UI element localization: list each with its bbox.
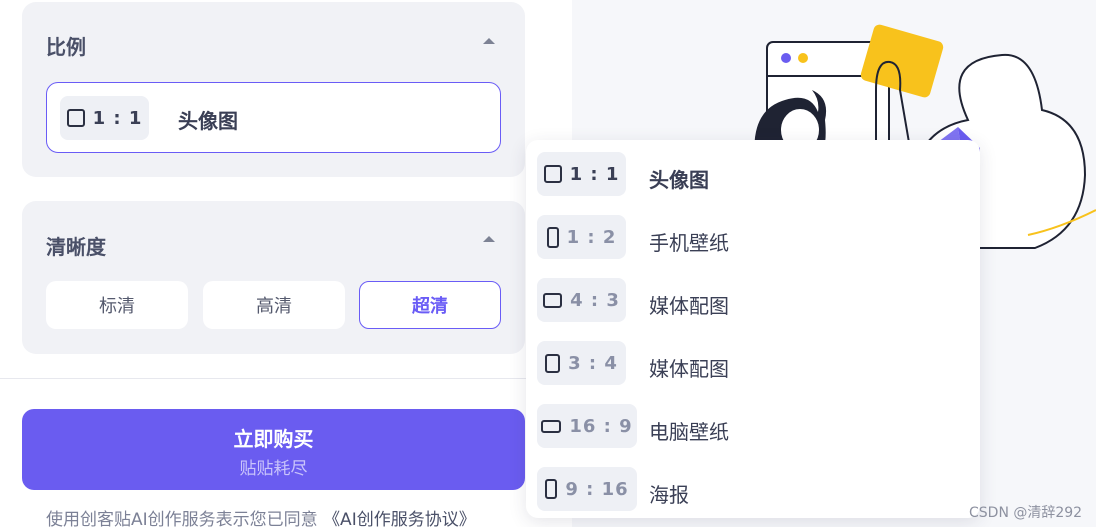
ratio-name: 头像图 (649, 168, 709, 192)
ratio-name: 媒体配图 (649, 357, 729, 381)
agreement-text: 使用创客贴AI创作服务表示您已同意 《AI创作服务协议》 (46, 505, 476, 527)
ratio-name: 手机壁纸 (649, 231, 729, 255)
ratio-value: 1 : 1 (569, 163, 620, 185)
quality-section: 清晰度 标清 高清 超清 (22, 201, 525, 354)
quality-option-hd[interactable]: 高清 (203, 281, 345, 329)
collapse-caret-icon[interactable] (483, 38, 495, 44)
portrait-ratio-icon (545, 353, 561, 373)
ratio-value: 1 : 2 (566, 226, 617, 248)
landscape-ratio-icon (543, 292, 563, 308)
dropdown-item-1-1[interactable]: 1 : 1 头像图 (526, 144, 980, 200)
ratio-value: 4 : 3 (570, 289, 620, 311)
ratio-name: 电脑壁纸 (649, 420, 729, 444)
ratio-name: 媒体配图 (649, 294, 729, 318)
ratio-value: 9 : 16 (565, 478, 629, 500)
quality-option-ultra[interactable]: 超清 (359, 281, 501, 329)
quality-section-title: 清晰度 (46, 235, 106, 259)
ratio-value: 1 : 1 (92, 107, 143, 129)
agreement-prefix: 使用创客贴AI创作服务表示您已同意 (46, 510, 318, 527)
ratio-chip: 1 : 1 (60, 96, 149, 140)
buy-button-title: 立即购买 (233, 427, 314, 451)
ratio-chip: 1 : 1 (537, 152, 626, 196)
ratio-select[interactable]: 1 : 1 头像图 (46, 82, 501, 153)
ratio-value: 3 : 4 (568, 352, 618, 374)
ratio-section-title: 比例 (46, 35, 86, 59)
ratio-name: 头像图 (178, 109, 238, 133)
ratio-chip: 9 : 16 (537, 467, 637, 511)
divider (0, 378, 572, 379)
ratio-chip: 3 : 4 (537, 341, 626, 385)
buy-button-subtitle: 贴贴耗尽 (239, 459, 308, 479)
square-ratio-icon (66, 109, 85, 127)
agreement-link[interactable]: 《AI创作服务协议》 (323, 510, 476, 527)
dropdown-item-3-4[interactable]: 3 : 4 媒体配图 (526, 333, 980, 389)
ratio-dropdown: 1 : 1 头像图 1 : 2 手机壁纸 4 : 3 媒体配图 3 : 4 媒体… (526, 140, 980, 518)
ratio-value: 16 : 9 (569, 415, 633, 437)
settings-panel: 比例 1 : 1 头像图 清晰度 标清 高清 超清 立即购买 贴贴耗尽 使用创客… (0, 0, 572, 527)
widescreen-ratio-icon (541, 419, 562, 433)
dropdown-item-4-3[interactable]: 4 : 3 媒体配图 (526, 270, 980, 326)
ratio-section: 比例 1 : 1 头像图 (22, 2, 525, 177)
tall-ratio-icon (545, 479, 558, 499)
collapse-caret-icon[interactable] (483, 236, 495, 242)
square-ratio-icon (543, 165, 562, 183)
buy-now-button[interactable]: 立即购买 贴贴耗尽 (22, 409, 525, 490)
ratio-name: 海报 (649, 483, 689, 507)
dropdown-item-1-2[interactable]: 1 : 2 手机壁纸 (526, 207, 980, 263)
ratio-chip: 1 : 2 (537, 215, 626, 259)
phone-ratio-icon (546, 226, 559, 248)
quality-option-standard[interactable]: 标清 (46, 281, 188, 329)
dropdown-item-9-16[interactable]: 9 : 16 海报 (526, 459, 980, 515)
watermark: CSDN @清辞292 (969, 505, 1083, 521)
ratio-chip: 16 : 9 (537, 404, 637, 448)
ratio-chip: 4 : 3 (537, 278, 626, 322)
dropdown-item-16-9[interactable]: 16 : 9 电脑壁纸 (526, 396, 980, 452)
